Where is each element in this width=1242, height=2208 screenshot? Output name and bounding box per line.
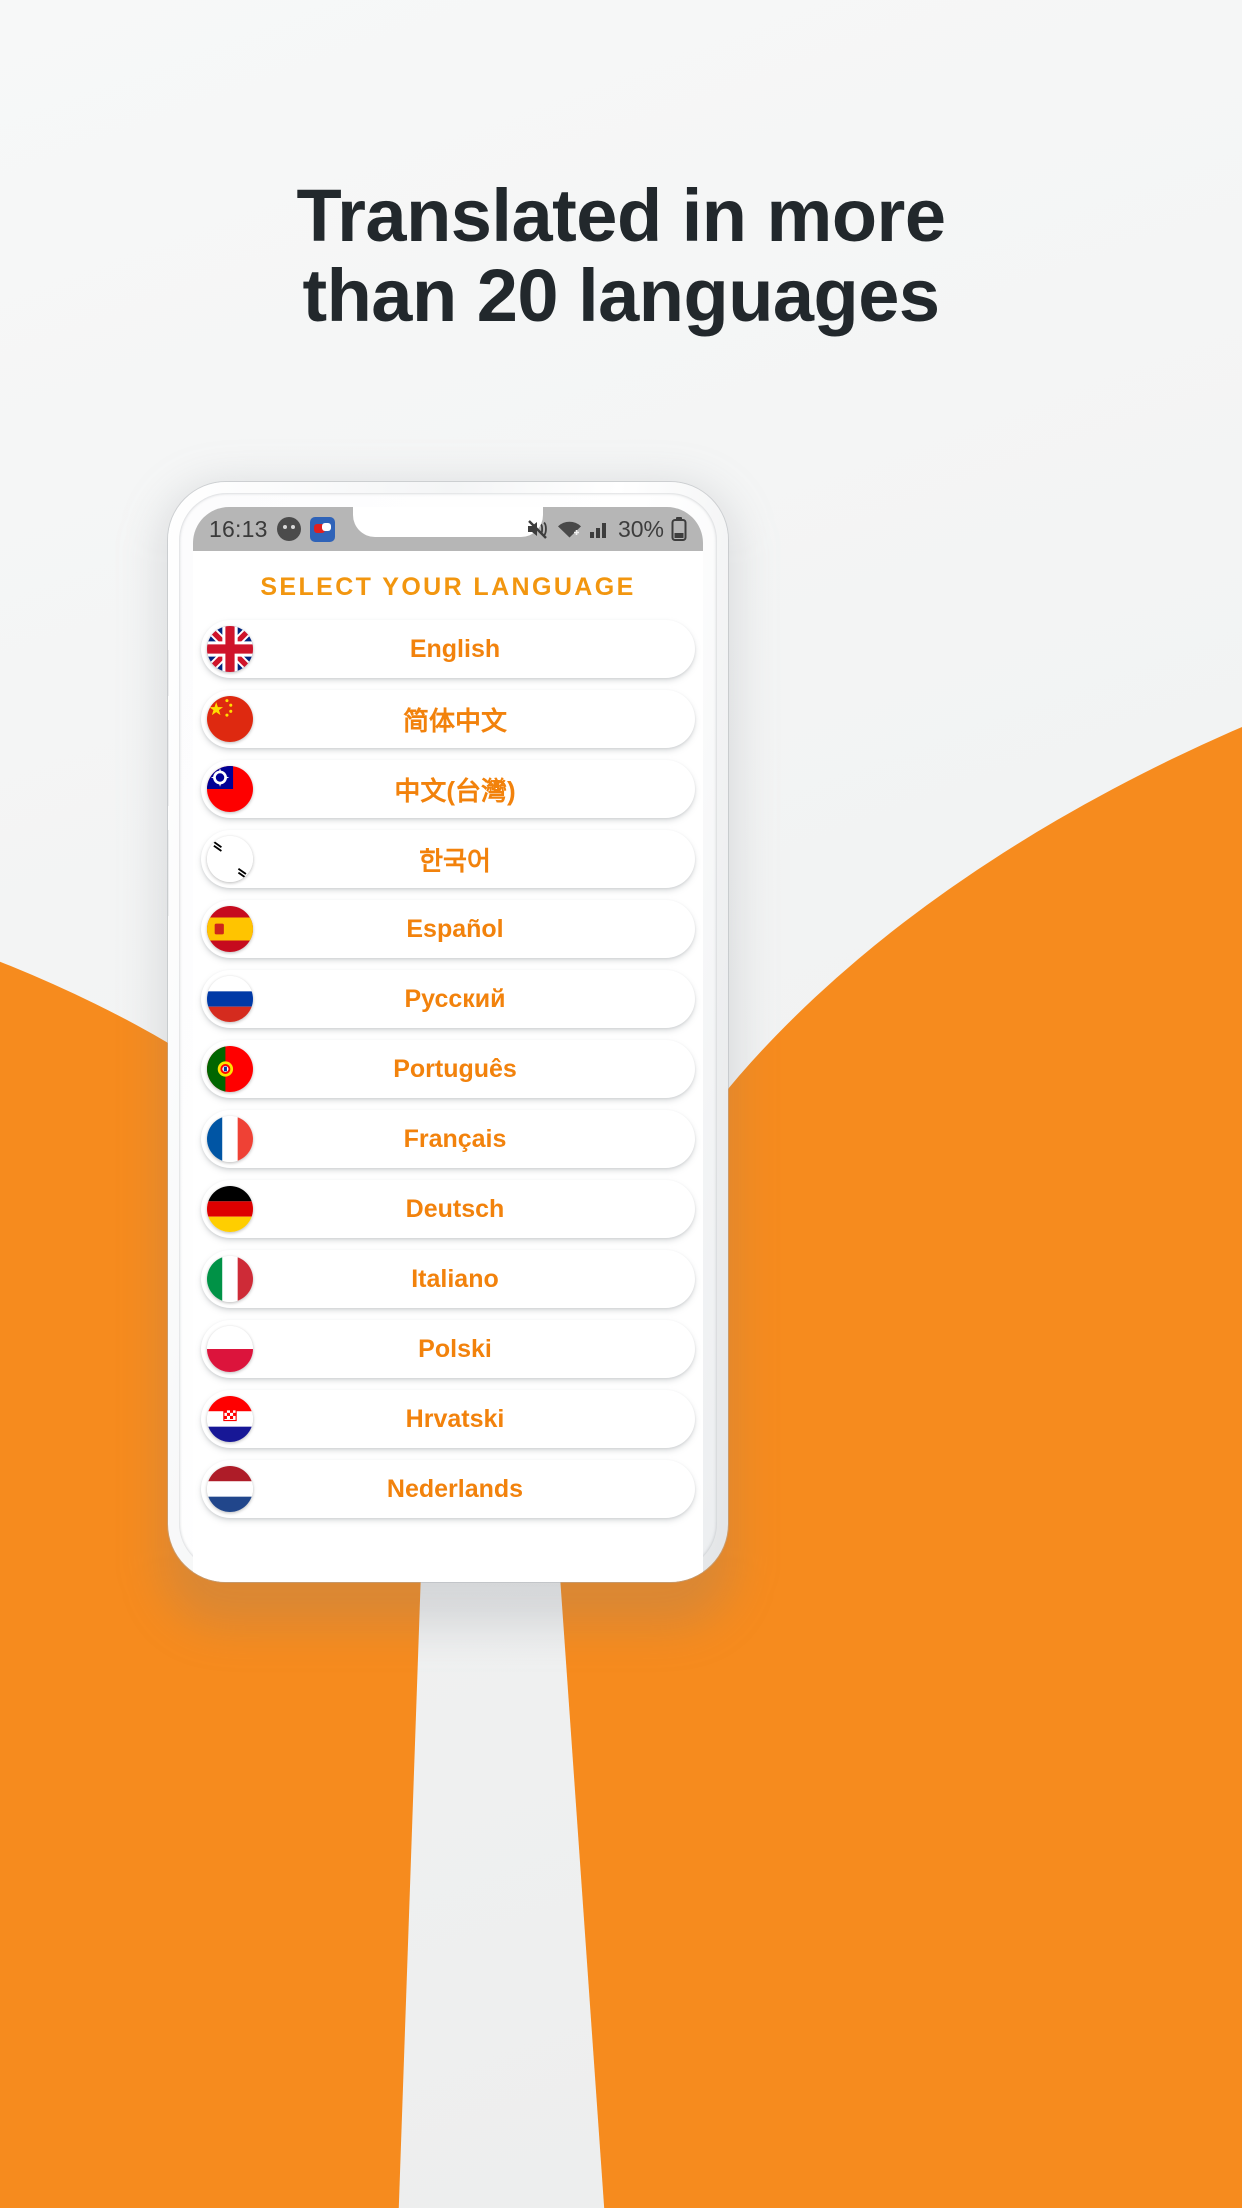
language-item-german[interactable]: Deutsch	[201, 1180, 695, 1238]
flag-germany-icon	[207, 1186, 253, 1232]
battery-icon	[671, 517, 687, 541]
language-label: 한국어	[419, 845, 491, 876]
flag-uk-icon	[207, 626, 253, 672]
language-item-polish[interactable]: Polski	[201, 1320, 695, 1378]
language-label: 中文(台灣)	[394, 775, 516, 806]
flag-france-icon	[207, 1116, 253, 1162]
face-icon	[276, 517, 301, 541]
page-title: SELECT YOUR LANGUAGE	[260, 573, 636, 601]
flag-croatia-icon	[207, 1396, 253, 1442]
flag-netherlands-icon	[207, 1466, 253, 1512]
flag-portugal-icon	[207, 1046, 253, 1092]
language-label: Deutsch	[405, 1194, 505, 1223]
status-time: 16:13	[209, 515, 268, 542]
language-label: Nederlands	[386, 1474, 524, 1503]
language-item-russian[interactable]: Русский	[201, 970, 695, 1028]
status-bar: 16:13 30%	[193, 507, 703, 551]
language-label: Русский	[404, 984, 506, 1013]
headline-line-1: Translated in more	[296, 174, 946, 257]
language-item-simplified-chinese[interactable]: 简体中文	[201, 690, 695, 748]
wifi-icon	[557, 519, 582, 539]
language-item-english[interactable]: English	[201, 620, 695, 678]
battery-percent-label: 30%	[617, 515, 664, 542]
flag-poland-icon	[207, 1326, 253, 1372]
mute-icon	[526, 518, 550, 540]
language-item-portuguese[interactable]: Português	[201, 1040, 695, 1098]
promo-headline: Translated in more than 20 languages	[0, 176, 1242, 336]
phone-side-button-volume-up[interactable]	[168, 720, 169, 806]
phone-mockup: 16:13 30% SELECT YOUR LANGUAGE English 简…	[162, 482, 734, 1626]
language-item-croatian[interactable]: Hrvatski	[201, 1390, 695, 1448]
status-bar-right: 30%	[526, 516, 687, 543]
headline-line-2: than 20 languages	[302, 254, 940, 337]
language-item-korean[interactable]: 한국어	[201, 830, 695, 888]
language-item-dutch[interactable]: Nederlands	[201, 1460, 695, 1518]
phone-screen: 16:13 30% SELECT YOUR LANGUAGE English 简…	[193, 507, 703, 1582]
phone-side-button-mute[interactable]	[168, 650, 169, 696]
language-label: English	[409, 634, 501, 663]
language-label: Français	[403, 1124, 507, 1153]
language-item-traditional-chinese[interactable]: 中文(台灣)	[201, 760, 695, 818]
messenger-app-icon	[309, 516, 335, 542]
status-bar-left: 16:13	[209, 516, 335, 543]
phone-body: 16:13 30% SELECT YOUR LANGUAGE English 简…	[168, 482, 728, 1582]
flag-south-korea-icon	[207, 836, 253, 882]
language-item-italian[interactable]: Italiano	[201, 1250, 695, 1308]
flag-china-icon	[207, 696, 253, 742]
language-label: 简体中文	[402, 705, 507, 736]
phone-side-button-volume-down[interactable]	[168, 830, 169, 916]
language-label: Español	[406, 914, 504, 943]
language-item-spanish[interactable]: Español	[201, 900, 695, 958]
flag-russia-icon	[207, 976, 253, 1022]
language-list: English 简体中文 中文(台灣) 한국어 Español Русский …	[193, 620, 703, 1518]
flag-taiwan-icon	[207, 766, 253, 812]
language-item-french[interactable]: Français	[201, 1110, 695, 1168]
language-label: Italiano	[411, 1264, 499, 1293]
language-label: Português	[393, 1054, 517, 1083]
language-label: Hrvatski	[405, 1404, 505, 1433]
flag-spain-icon	[207, 906, 253, 952]
language-label: Polski	[418, 1334, 492, 1363]
signal-bars-icon	[589, 519, 611, 539]
flag-italy-icon	[207, 1256, 253, 1302]
phone-notch	[353, 507, 543, 537]
